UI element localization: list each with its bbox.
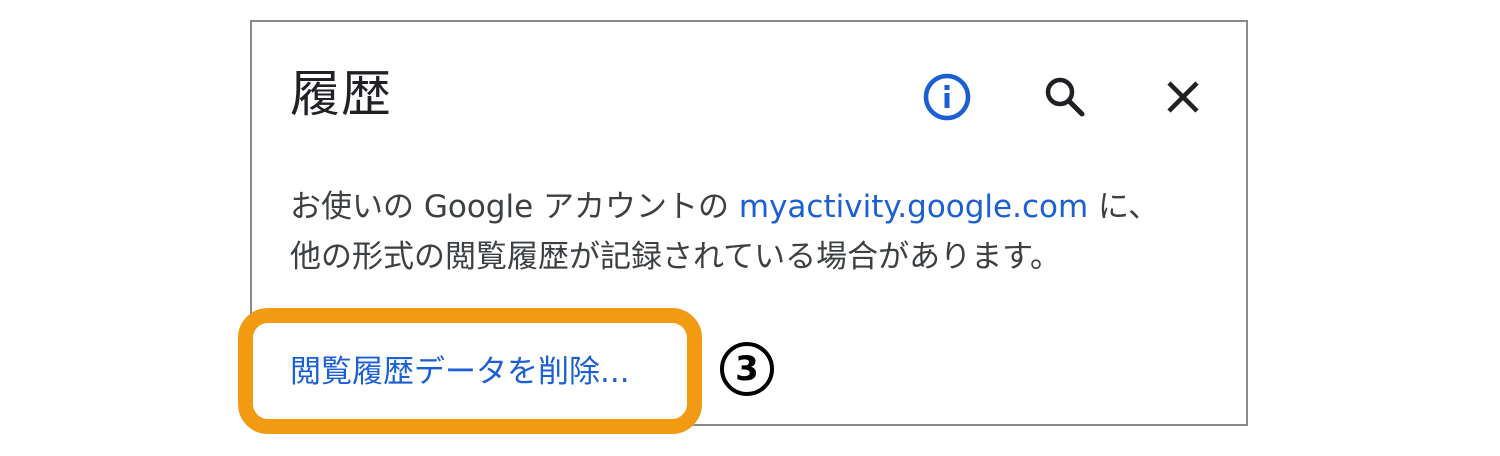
description-text-line2: 他の形式の閲覧履歴が記録されている場合があります。 — [290, 239, 1061, 275]
search-icon — [1045, 77, 1085, 117]
step-number-badge: 3 — [720, 342, 774, 396]
description-text-part2: に、 — [1088, 189, 1160, 225]
info-button[interactable] — [920, 70, 974, 124]
close-button[interactable] — [1156, 70, 1210, 124]
description-text-part1: お使いの Google アカウントの — [290, 189, 739, 225]
search-button[interactable] — [1038, 70, 1092, 124]
close-icon — [1167, 81, 1199, 113]
clear-browsing-data-link[interactable]: 閲覧履歴データを削除... — [290, 350, 630, 394]
info-icon — [923, 73, 971, 121]
panel-title: 履歴 — [290, 65, 392, 123]
history-description: お使いの Google アカウントの myactivity.google.com… — [290, 182, 1230, 282]
myactivity-link[interactable]: myactivity.google.com — [739, 189, 1088, 225]
